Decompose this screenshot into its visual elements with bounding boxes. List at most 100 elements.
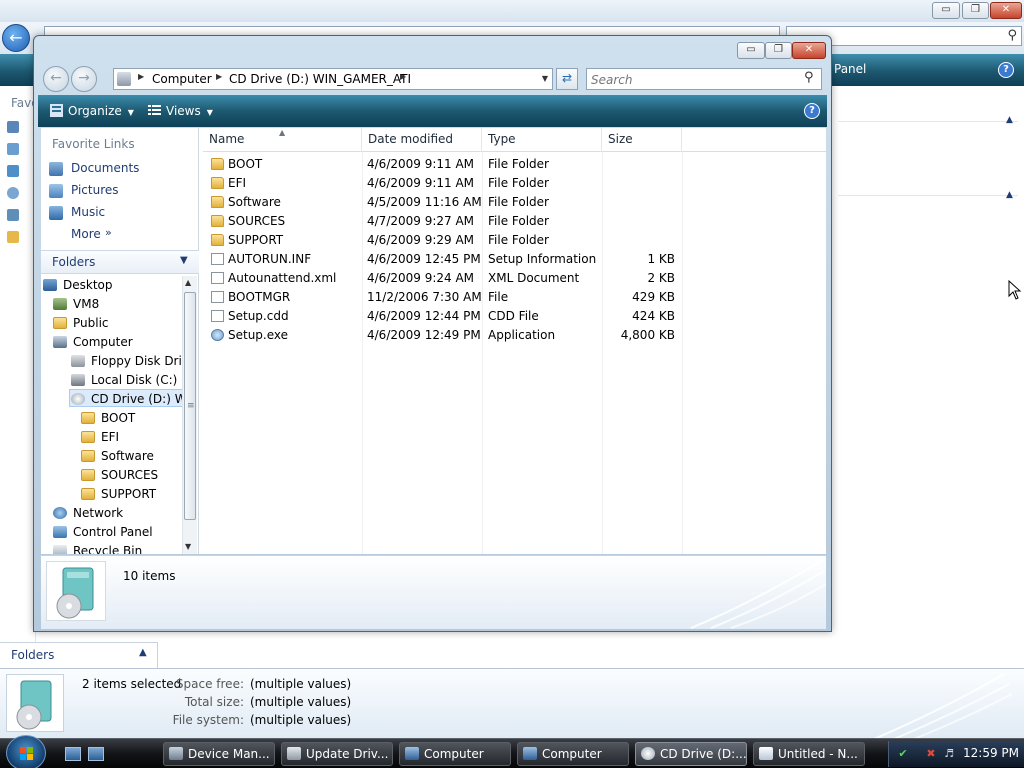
file-row[interactable]: Setup.cdd 4/6/2009 12:44 PM CDD File 424 KB	[203, 307, 683, 326]
folders-header[interactable]: Folders ▼	[41, 250, 199, 274]
favorite-link-documents[interactable]: Documents	[71, 161, 139, 175]
documents-icon[interactable]	[49, 162, 63, 176]
column-header-type[interactable]: Type	[482, 128, 602, 152]
file-date-modified: 4/6/2009 12:45 PM	[367, 252, 481, 266]
address-dropdown-icon[interactable]: ▼	[542, 74, 548, 83]
background-search-icon[interactable]: ⚲	[1007, 28, 1017, 43]
folder-icon	[211, 196, 224, 208]
tree-scrollbar[interactable]: ▲ ≡ ▼	[182, 276, 197, 554]
breadcrumb-arrow-icon[interactable]: ▶	[400, 72, 406, 81]
favorite-link-pictures[interactable]: Pictures	[71, 183, 119, 197]
background-network-icon[interactable]	[7, 187, 19, 199]
collapse-chevron-icon[interactable]: ▲	[1006, 190, 1013, 200]
views-button[interactable]: Views ▼	[144, 95, 213, 127]
file-list: Name ▲ Date modified Type Size BOOT 4/6/2…	[203, 128, 826, 554]
space-free-label: Space free:	[175, 677, 244, 691]
background-music-icon[interactable]	[7, 165, 19, 177]
help-icon[interactable]: ?	[804, 103, 820, 119]
background-search-folder-icon[interactable]	[7, 209, 19, 221]
file-row[interactable]: BOOT 4/6/2009 9:11 AM File Folder	[203, 155, 683, 174]
tree-item-public[interactable]: Public	[53, 314, 183, 332]
tree-item-efi[interactable]: EFI	[81, 428, 183, 446]
collapse-chevron-icon[interactable]: ▲	[1006, 115, 1013, 125]
tree-item-support[interactable]: SUPPORT	[81, 485, 183, 503]
refresh-button[interactable]: ⇄	[556, 68, 578, 90]
background-close-button[interactable]: ✕	[990, 2, 1022, 19]
scrollbar-thumb[interactable]: ≡	[184, 292, 196, 520]
search-icon[interactable]: ⚲	[804, 70, 814, 85]
expand-chevron-icon[interactable]: ▲	[139, 647, 147, 658]
breadcrumb-cd-drive[interactable]: CD Drive (D:) WIN_GAMER_ATI	[229, 72, 411, 86]
breadcrumb-arrow-icon[interactable]: ▶	[216, 72, 222, 81]
background-minimize-button[interactable]: ▭	[932, 2, 960, 19]
maximize-button[interactable]: ❐	[765, 42, 792, 59]
file-row[interactable]: SUPPORT 4/6/2009 9:29 AM File Folder	[203, 231, 683, 250]
column-header-date-modified[interactable]: Date modified	[362, 128, 482, 152]
background-help-icon[interactable]: ?	[998, 62, 1014, 78]
background-divider	[838, 121, 1018, 122]
start-button[interactable]	[6, 735, 46, 768]
taskbar-button-device-manager[interactable]: Device Man...	[163, 742, 275, 766]
file-row[interactable]: Setup.exe 4/6/2009 12:49 PM Application 4,8…	[203, 326, 683, 345]
tree-item-floppy-drive[interactable]: Floppy Disk Drive (	[71, 352, 183, 370]
tree-item-control-panel[interactable]: Control Panel	[53, 523, 183, 541]
tree-item-recycle-bin[interactable]: Recycle Bin	[53, 542, 183, 554]
file-type: File Folder	[488, 233, 549, 247]
file-row[interactable]: SOURCES 4/7/2009 9:27 AM File Folder	[203, 212, 683, 231]
background-documents-icon[interactable]	[7, 121, 19, 133]
tree-item-software[interactable]: Software	[81, 447, 183, 465]
computer-icon	[117, 72, 131, 86]
file-row[interactable]: Autounattend.xml 4/6/2009 9:24 AM XML Docu…	[203, 269, 683, 288]
tree-item-computer[interactable]: Computer	[53, 333, 183, 351]
file-row[interactable]: AUTORUN.INF 4/6/2009 12:45 PM Setup Inform…	[203, 250, 683, 269]
clock[interactable]: 12:59 PM	[963, 746, 1019, 760]
breadcrumb-arrow-icon[interactable]: ▶	[138, 72, 144, 81]
background-maximize-button[interactable]: ❐	[962, 2, 989, 19]
address-bar[interactable]: ▶ Computer ▶ CD Drive (D:) WIN_GAMER_ATI…	[113, 68, 553, 90]
file-type: Application	[488, 328, 556, 342]
favorite-link-music[interactable]: Music	[71, 205, 105, 219]
taskbar-button-computer[interactable]: Computer	[399, 742, 511, 766]
taskbar-button-computer[interactable]: Computer	[517, 742, 629, 766]
file-row[interactable]: BOOTMGR 11/2/2006 7:30 AM File 429 KB	[203, 288, 683, 307]
volume-muted-icon[interactable]: ♬	[943, 748, 955, 760]
organize-button[interactable]: Organize ▼	[46, 95, 134, 127]
taskbar-button-update-driver[interactable]: Update Driv...	[281, 742, 393, 766]
tree-item-boot[interactable]: BOOT	[81, 409, 183, 427]
more-links[interactable]: More	[71, 227, 101, 241]
taskbar-button-cd-drive[interactable]: CD Drive (D:...	[635, 742, 747, 766]
close-button[interactable]: ✕	[792, 42, 826, 59]
sort-ascending-icon: ▲	[279, 128, 286, 137]
tree-item-sources[interactable]: SOURCES	[81, 466, 183, 484]
taskbar-button-notepad[interactable]: Untitled - N...	[753, 742, 865, 766]
search-input[interactable]	[586, 68, 822, 90]
scroll-down-arrow-icon[interactable]: ▼	[185, 542, 191, 551]
show-desktop-icon[interactable]	[65, 747, 81, 761]
breadcrumb-computer[interactable]: Computer	[152, 72, 212, 86]
double-chevron-right-icon[interactable]: »	[105, 226, 112, 239]
switch-windows-icon[interactable]	[88, 747, 104, 761]
file-row[interactable]: Software 4/5/2009 11:16 AM File Folder	[203, 193, 683, 212]
background-folder-icon[interactable]	[7, 231, 19, 243]
column-header-size[interactable]: Size	[602, 128, 682, 152]
tree-item-network[interactable]: Network	[53, 504, 183, 522]
grip-icon: ≡	[187, 401, 195, 411]
tree-item-local-disk[interactable]: Local Disk (C:)	[71, 371, 183, 389]
tree-item-desktop[interactable]: Desktop	[43, 276, 183, 294]
security-check-icon[interactable]: ✔	[897, 748, 909, 760]
tree-item-cd-drive[interactable]: CD Drive (D:) WIN_	[69, 389, 183, 407]
music-icon[interactable]	[49, 206, 63, 220]
forward-button[interactable]: →	[71, 66, 97, 92]
network-disconnected-icon[interactable]: ✖	[925, 748, 937, 760]
file-row[interactable]: EFI 4/6/2009 9:11 AM File Folder	[203, 174, 683, 193]
tree-item-vm8[interactable]: VM8	[53, 295, 183, 313]
pictures-icon[interactable]	[49, 184, 63, 198]
title-bar[interactable]: ▭ ❐ ✕	[34, 36, 831, 63]
background-title-bar[interactable]: ▭ ❐ ✕	[0, 0, 1024, 22]
background-back-icon[interactable]: ←	[2, 24, 30, 52]
scroll-up-arrow-icon[interactable]: ▲	[185, 278, 191, 287]
back-button[interactable]: ←	[43, 66, 69, 92]
explorer-window: ▭ ❐ ✕ ← → ▶ Computer ▶ CD Drive (D:) WIN…	[33, 35, 832, 632]
background-pictures-icon[interactable]	[7, 143, 19, 155]
minimize-button[interactable]: ▭	[737, 42, 765, 59]
